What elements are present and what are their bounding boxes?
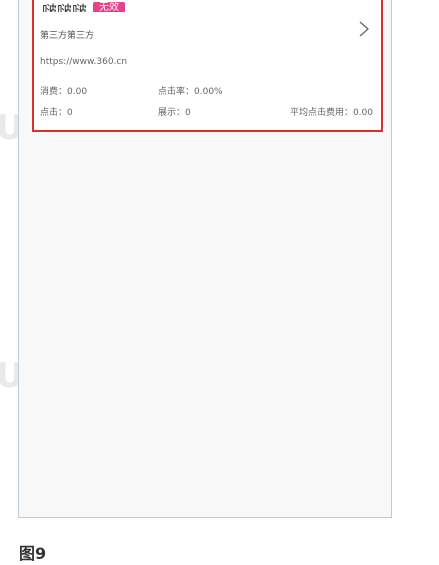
ad-card[interactable]: 啵啵啵 无效 第三方第三方 https://www.360.cn 消费：0.00…: [32, 0, 383, 132]
stat-clicks: 点击：0: [40, 108, 73, 118]
status-badge: 无效: [93, 2, 126, 12]
card-subtitle: 第三方第三方: [40, 31, 95, 41]
figure-caption: 图9: [19, 544, 47, 563]
stat-avg-cpc: 平均点击费用：0.00: [289, 108, 373, 118]
stat-ctr: 点击率：0.00%: [158, 87, 223, 97]
card-url[interactable]: https://www.360.cn: [40, 57, 127, 67]
chevron-right-icon[interactable]: [357, 20, 371, 38]
phone-screen: 啵啵啵 无效 第三方第三方 https://www.360.cn 消费：0.00…: [18, 0, 392, 518]
card-title-row: 啵啵啵 无效: [42, 0, 126, 13]
stat-spend: 消费：0.00: [40, 87, 88, 97]
stat-impressions: 展示：0: [158, 108, 191, 118]
card-title: 啵啵啵: [42, 2, 88, 13]
